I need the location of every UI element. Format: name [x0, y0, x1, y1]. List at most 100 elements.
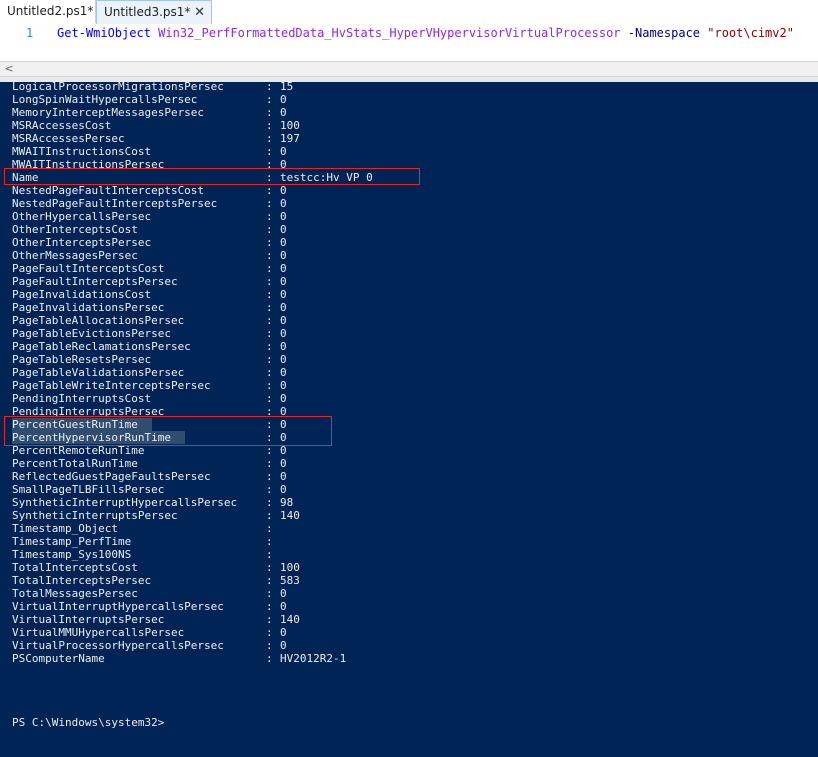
property-separator: :: [266, 249, 273, 262]
property-name: Name: [12, 171, 39, 184]
tab-bar: Untitled2.ps1* Untitled3.ps1* ✕: [0, 0, 818, 25]
property-separator: :: [266, 509, 273, 522]
property-name: Timestamp_PerfTime: [12, 535, 132, 548]
property-separator: :: [266, 158, 273, 171]
property-separator: :: [266, 444, 273, 457]
property-separator: :: [266, 275, 273, 288]
property-name: Timestamp_Sys100NS: [12, 548, 132, 561]
string-token: "root\cimv2": [707, 26, 794, 40]
property-value: 0: [280, 600, 287, 613]
property-separator: :: [266, 327, 273, 340]
property-value: 0: [280, 340, 287, 353]
property-name: PageTableResetsPersec: [12, 353, 152, 366]
property-value: 100: [280, 119, 300, 132]
tab-label: Untitled3.ps1*: [104, 5, 191, 19]
property-value: 0: [280, 184, 287, 197]
property-name: ReflectedGuestPageFaultsPersec: [12, 470, 211, 483]
property-name: MemoryInterceptMessagesPersec: [12, 106, 205, 119]
property-name: MSRAccessesPersec: [12, 132, 125, 145]
property-name: SyntheticInterruptHypercallsPersec: [12, 496, 238, 509]
property-name: PercentGuestRunTime: [12, 418, 152, 431]
property-name: PageTableEvictionsPersec: [12, 327, 171, 340]
property-separator: :: [266, 418, 273, 431]
close-icon[interactable]: ✕: [194, 1, 205, 24]
property-value: 0: [280, 392, 287, 405]
property-name: PageTableValidationsPersec: [12, 366, 185, 379]
property-name: OtherMessagesPersec: [12, 249, 138, 262]
property-name: PercentTotalRunTime: [12, 457, 138, 470]
property-separator: :: [266, 288, 273, 301]
property-name: VirtualInterruptsPersec: [12, 613, 165, 626]
horizontal-scrollbar[interactable]: <: [0, 61, 818, 77]
property-name: PageTableWriteInterceptsPersec: [12, 379, 211, 392]
property-value: 0: [280, 236, 287, 249]
property-value: 0: [280, 314, 287, 327]
script-editor[interactable]: 1 Get-WmiObject Win32_PerfFormattedData_…: [0, 24, 818, 61]
property-separator: :: [266, 379, 273, 392]
property-separator: :: [266, 548, 273, 561]
property-name: MWAITInstructionsPersec: [12, 158, 165, 171]
property-separator: :: [266, 483, 273, 496]
property-value: 0: [280, 197, 287, 210]
scroll-left-icon[interactable]: <: [2, 62, 16, 76]
cmdlet-token: Get-WmiObject: [57, 26, 151, 40]
tab-untitled2[interactable]: Untitled2.ps1*: [0, 0, 96, 23]
property-separator: :: [266, 119, 273, 132]
property-value: 0: [280, 431, 287, 444]
property-name: MSRAccessesCost: [12, 119, 112, 132]
property-value: 0: [280, 366, 287, 379]
property-value: 140: [280, 613, 300, 626]
property-value: 0: [280, 158, 287, 171]
property-name: VirtualMMUHypercallsPersec: [12, 626, 185, 639]
property-separator: :: [266, 470, 273, 483]
property-separator: :: [266, 522, 273, 535]
console-pane[interactable]: LogicalProcessorMigrationsPersec:15 LongS…: [0, 82, 818, 757]
property-name: PageTableReclamationsPersec: [12, 340, 191, 353]
property-value: 0: [280, 587, 287, 600]
code-line[interactable]: Get-WmiObject Win32_PerfFormattedData_Hv…: [57, 26, 794, 40]
property-separator: :: [266, 392, 273, 405]
property-value: 0: [280, 483, 287, 496]
property-separator: :: [266, 431, 273, 444]
property-value: 0: [280, 470, 287, 483]
property-separator: :: [266, 171, 273, 184]
property-value: 100: [280, 561, 300, 574]
property-name: LongSpinWaitHypercallsPersec: [12, 93, 198, 106]
property-value: 0: [280, 405, 287, 418]
property-value: 0: [280, 249, 287, 262]
property-name: PendingInterruptsPersec: [12, 405, 165, 418]
property-value: 0: [280, 93, 287, 106]
property-separator: :: [266, 561, 273, 574]
line-number: 1: [26, 26, 34, 40]
property-name: OtherHypercallsPersec: [12, 210, 152, 223]
property-value: 0: [280, 327, 287, 340]
property-separator: :: [266, 184, 273, 197]
property-name: LogicalProcessorMigrationsPersec: [12, 82, 224, 93]
property-separator: :: [266, 145, 273, 158]
property-name: TotalInterceptsCost: [12, 561, 138, 574]
property-separator: :: [266, 106, 273, 119]
property-separator: :: [266, 613, 273, 626]
property-name: PageInvalidationsCost: [12, 288, 152, 301]
tab-label: Untitled2.ps1*: [7, 4, 94, 18]
property-separator: :: [266, 340, 273, 353]
property-separator: :: [266, 210, 273, 223]
property-value: 583: [280, 574, 300, 587]
property-separator: :: [266, 301, 273, 314]
property-value: testcc:Hv VP 0: [280, 171, 373, 184]
property-name: PendingInterruptsCost: [12, 392, 152, 405]
property-name: PageTableAllocationsPersec: [12, 314, 185, 327]
property-value: 0: [280, 288, 287, 301]
property-name: TotalMessagesPersec: [12, 587, 138, 600]
property-separator: :: [266, 93, 273, 106]
property-name: PSComputerName: [12, 652, 105, 665]
property-separator: :: [266, 366, 273, 379]
property-separator: :: [266, 405, 273, 418]
property-separator: :: [266, 132, 273, 145]
property-value: 197: [280, 132, 300, 145]
property-separator: :: [266, 236, 273, 249]
tab-untitled3[interactable]: Untitled3.ps1* ✕: [96, 0, 212, 24]
console-prompt[interactable]: PS C:\Windows\system32>: [12, 716, 164, 729]
property-name: PageInvalidationsPersec: [12, 301, 165, 314]
property-value: 0: [280, 262, 287, 275]
